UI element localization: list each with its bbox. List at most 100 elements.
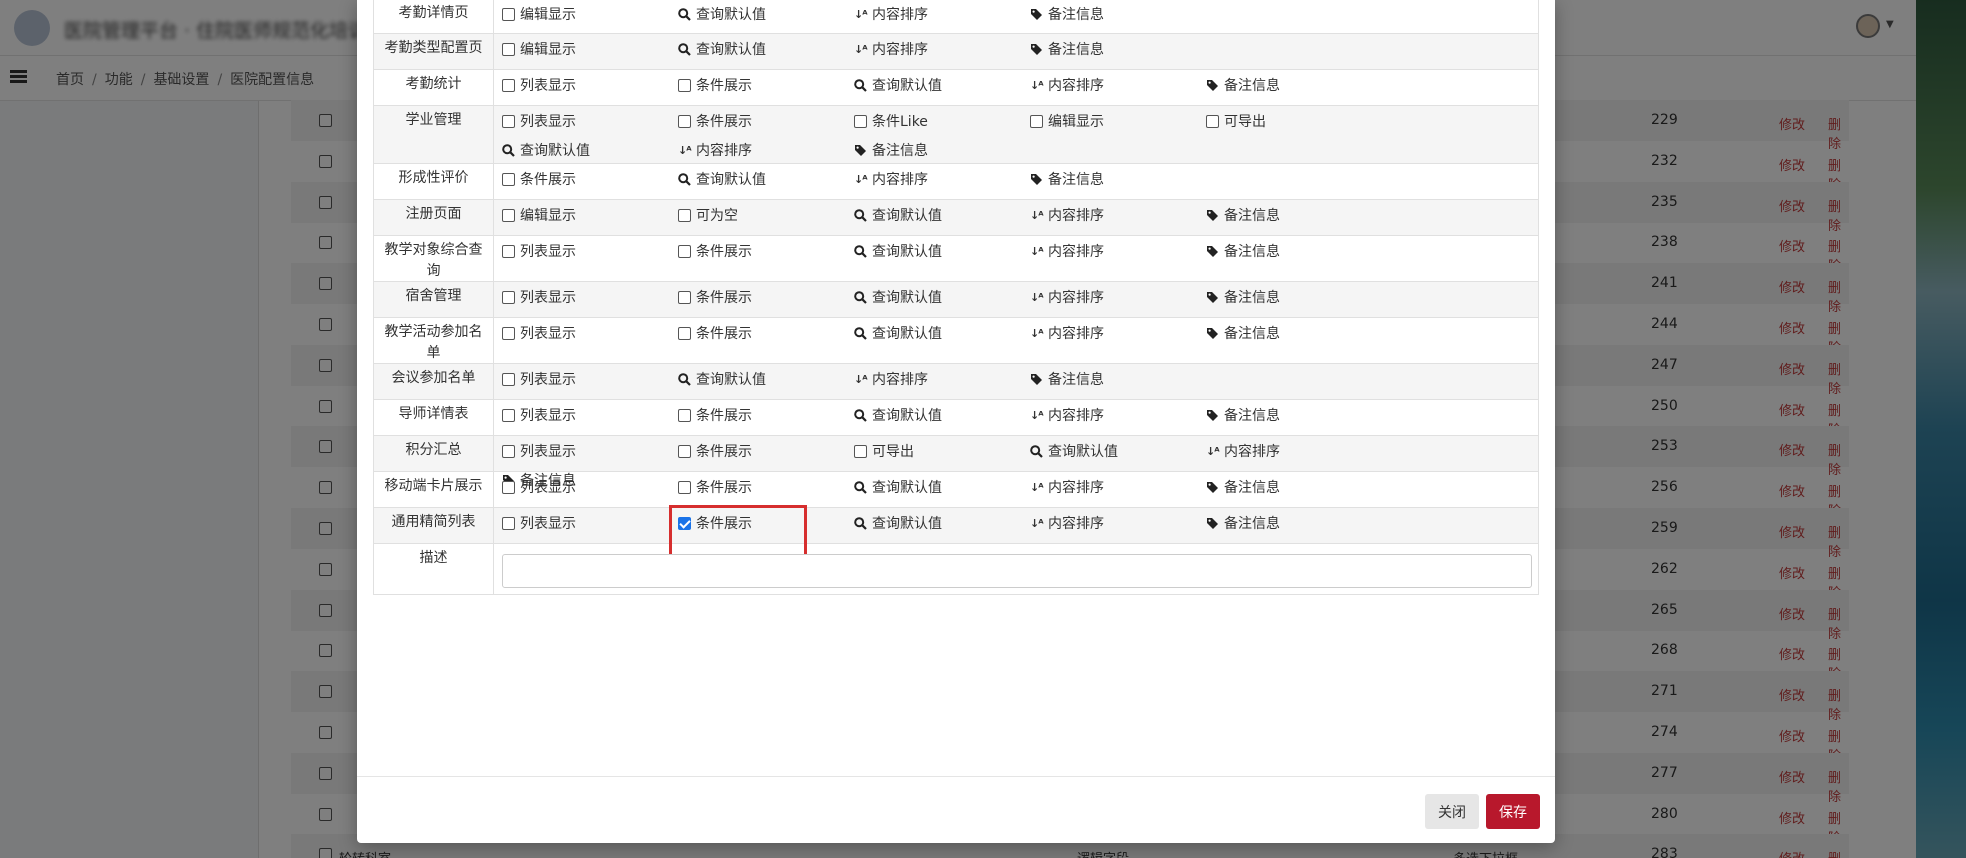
checkbox-icon[interactable] bbox=[1030, 115, 1043, 128]
option-checkbox[interactable]: 可导出 bbox=[1206, 110, 1382, 139]
sort-option[interactable]: ↓ᴬ 内容排序 bbox=[1030, 74, 1206, 103]
default-value-option[interactable]: 查询默认值 bbox=[854, 286, 1030, 315]
default-value-option[interactable]: 查询默认值 bbox=[678, 168, 854, 197]
option-checkbox[interactable]: 条件展示 bbox=[678, 322, 854, 351]
option-checkbox[interactable]: 编辑显示 bbox=[502, 204, 678, 233]
checkbox-icon[interactable] bbox=[678, 481, 691, 494]
option-checkbox[interactable]: 条件展示 bbox=[502, 168, 678, 197]
default-value-option[interactable]: 查询默认值 bbox=[854, 404, 1030, 433]
remark-option[interactable]: 备注信息 bbox=[1030, 38, 1206, 67]
sort-option[interactable]: ↓ᴬ 内容排序 bbox=[1030, 322, 1206, 351]
remark-option[interactable]: 备注信息 bbox=[1206, 74, 1382, 103]
checkbox-icon[interactable] bbox=[502, 327, 515, 340]
checkbox-icon[interactable] bbox=[854, 115, 867, 128]
option-label: 列表显示 bbox=[520, 326, 576, 342]
sort-option[interactable]: ↓ᴬ 内容排序 bbox=[854, 3, 1030, 32]
sort-option[interactable]: ↓ᴬ 内容排序 bbox=[1030, 240, 1206, 269]
remark-option[interactable]: 备注信息 bbox=[1206, 404, 1382, 433]
remark-option[interactable]: 备注信息 bbox=[1206, 240, 1382, 269]
checkbox-icon[interactable] bbox=[502, 8, 515, 21]
checkbox-icon[interactable] bbox=[502, 43, 515, 56]
option-checkbox[interactable]: 编辑显示 bbox=[502, 3, 678, 32]
sort-option[interactable]: ↓ᴬ 内容排序 bbox=[854, 168, 1030, 197]
checkbox-icon[interactable] bbox=[1206, 115, 1219, 128]
option-checkbox[interactable]: 条件展示 bbox=[678, 476, 854, 505]
option-checkbox[interactable]: 列表显示 bbox=[502, 404, 678, 433]
option-checkbox[interactable]: 列表显示 bbox=[502, 476, 678, 505]
remark-option[interactable]: 备注信息 bbox=[1206, 322, 1382, 351]
checkbox-icon[interactable] bbox=[502, 481, 515, 494]
option-checkbox[interactable]: 列表显示 bbox=[502, 110, 678, 139]
config-row: 会议参加名单 列表显示 查询默认值 ↓ᴬ 内容排序 备注信息 bbox=[374, 364, 1538, 400]
remark-option[interactable]: 备注信息 bbox=[1030, 3, 1206, 32]
checkbox-icon[interactable] bbox=[678, 409, 691, 422]
checkbox-icon[interactable] bbox=[502, 79, 515, 92]
option-checkbox[interactable]: 列表显示 bbox=[502, 512, 678, 541]
checkbox-icon[interactable] bbox=[678, 517, 691, 530]
checkbox-icon[interactable] bbox=[678, 291, 691, 304]
option-checkbox[interactable]: 条件展示 bbox=[678, 286, 854, 315]
checkbox-icon[interactable] bbox=[678, 245, 691, 258]
sort-option[interactable]: ↓ᴬ 内容排序 bbox=[1030, 404, 1206, 433]
default-value-option[interactable]: 查询默认值 bbox=[854, 322, 1030, 351]
checkbox-icon[interactable] bbox=[678, 445, 691, 458]
checkbox-icon[interactable] bbox=[678, 209, 691, 222]
sort-option[interactable]: ↓ᴬ 内容排序 bbox=[1030, 512, 1206, 541]
option-checkbox[interactable]: 条件展示 bbox=[678, 110, 854, 139]
option-checkbox[interactable]: 条件展示 bbox=[678, 404, 854, 433]
checkbox-icon[interactable] bbox=[678, 79, 691, 92]
default-value-option[interactable]: 查询默认值 bbox=[678, 3, 854, 32]
option-checkbox[interactable]: 条件展示 bbox=[678, 440, 854, 469]
sort-option[interactable]: ↓ᴬ 内容排序 bbox=[1030, 286, 1206, 315]
option-checkbox[interactable]: 条件展示 bbox=[678, 240, 854, 269]
option-label: 查询默认值 bbox=[696, 172, 766, 188]
checkbox-icon[interactable] bbox=[502, 445, 515, 458]
sort-option[interactable]: ↓ᴬ 内容排序 bbox=[1030, 204, 1206, 233]
default-value-option[interactable]: 查询默认值 bbox=[854, 240, 1030, 269]
default-value-option[interactable]: 查询默认值 bbox=[1030, 440, 1206, 469]
close-button[interactable]: 关闭 bbox=[1425, 794, 1479, 829]
checkbox-icon[interactable] bbox=[502, 245, 515, 258]
sort-option[interactable]: ↓ᴬ 内容排序 bbox=[854, 368, 1030, 397]
sort-option[interactable]: ↓ᴬ 内容排序 bbox=[854, 38, 1030, 67]
remark-option[interactable]: 备注信息 bbox=[1206, 204, 1382, 233]
option-checkbox[interactable]: 可导出 bbox=[854, 440, 1030, 469]
description-input[interactable] bbox=[502, 554, 1532, 588]
checkbox-icon[interactable] bbox=[502, 517, 515, 530]
default-value-option[interactable]: 查询默认值 bbox=[854, 204, 1030, 233]
remark-option[interactable]: 备注信息 bbox=[1206, 286, 1382, 315]
default-value-option[interactable]: 查询默认值 bbox=[678, 368, 854, 397]
option-checkbox[interactable]: 可为空 bbox=[678, 204, 854, 233]
option-checkbox[interactable]: 条件展示 bbox=[678, 512, 854, 541]
checkbox-icon[interactable] bbox=[502, 373, 515, 386]
remark-option[interactable]: 备注信息 bbox=[1206, 476, 1382, 505]
checkbox-icon[interactable] bbox=[854, 445, 867, 458]
option-checkbox[interactable]: 列表显示 bbox=[502, 322, 678, 351]
option-checkbox[interactable]: 列表显示 bbox=[502, 74, 678, 103]
checkbox-icon[interactable] bbox=[678, 327, 691, 340]
option-checkbox[interactable]: 编辑显示 bbox=[1030, 110, 1206, 139]
remark-option[interactable]: 备注信息 bbox=[1206, 512, 1382, 541]
remark-option[interactable]: 备注信息 bbox=[1030, 168, 1206, 197]
sort-option[interactable]: ↓ᴬ 内容排序 bbox=[1030, 476, 1206, 505]
default-value-option[interactable]: 查询默认值 bbox=[854, 476, 1030, 505]
option-checkbox[interactable]: 编辑显示 bbox=[502, 38, 678, 67]
checkbox-icon[interactable] bbox=[502, 209, 515, 222]
checkbox-icon[interactable] bbox=[502, 409, 515, 422]
default-value-option[interactable]: 查询默认值 bbox=[854, 512, 1030, 541]
save-button[interactable]: 保存 bbox=[1486, 794, 1540, 829]
remark-option[interactable]: 备注信息 bbox=[1030, 368, 1206, 397]
option-checkbox[interactable]: 列表显示 bbox=[502, 286, 678, 315]
checkbox-icon[interactable] bbox=[502, 173, 515, 186]
default-value-option[interactable]: 查询默认值 bbox=[678, 38, 854, 67]
checkbox-icon[interactable] bbox=[502, 115, 515, 128]
option-checkbox[interactable]: 条件Like bbox=[854, 110, 1030, 139]
default-value-option[interactable]: 查询默认值 bbox=[854, 74, 1030, 103]
option-checkbox[interactable]: 条件展示 bbox=[678, 74, 854, 103]
option-checkbox[interactable]: 列表显示 bbox=[502, 440, 678, 469]
checkbox-icon[interactable] bbox=[678, 115, 691, 128]
option-checkbox[interactable]: 列表显示 bbox=[502, 368, 678, 397]
sort-option[interactable]: ↓ᴬ 内容排序 bbox=[1206, 440, 1382, 469]
option-checkbox[interactable]: 列表显示 bbox=[502, 240, 678, 269]
checkbox-icon[interactable] bbox=[502, 291, 515, 304]
